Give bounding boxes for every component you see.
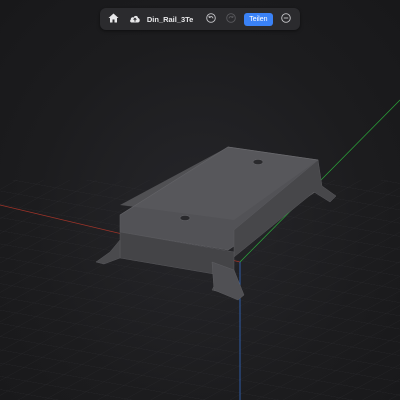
more-options-icon (281, 10, 292, 28)
mounting-hole-rear (252, 159, 264, 165)
scene-canvas[interactable] (0, 0, 400, 400)
undo-icon (206, 10, 216, 28)
top-toolbar: Din_Rail_3Te Teilen (100, 8, 300, 30)
3d-viewport[interactable]: Din_Rail_3Te Teilen (0, 0, 400, 400)
home-icon (108, 10, 119, 28)
home-button[interactable] (104, 10, 123, 28)
mounting-hole-front (179, 215, 191, 221)
more-options-button[interactable] (277, 10, 296, 28)
document-title[interactable]: Din_Rail_3Te (147, 15, 194, 24)
redo-button[interactable] (221, 10, 240, 28)
undo-button[interactable] (201, 10, 220, 28)
cloud-upload-icon (129, 10, 141, 28)
share-button[interactable]: Teilen (244, 12, 273, 26)
redo-icon (225, 10, 236, 28)
cloud-save-button[interactable] (125, 10, 144, 28)
